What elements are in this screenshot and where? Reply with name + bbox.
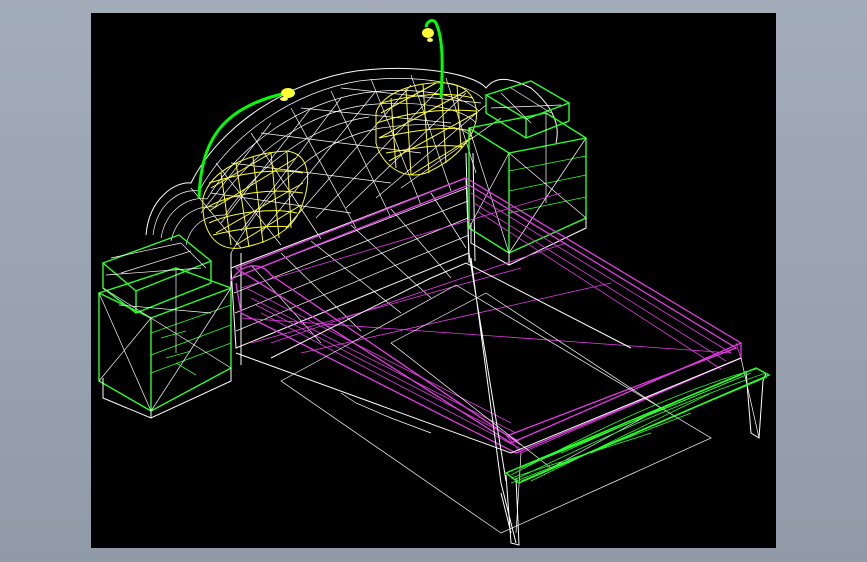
model-viewport[interactable] [91, 13, 776, 548]
nightstand-right [468, 80, 587, 266]
cad-application-window [0, 0, 867, 562]
bed-wireframe-model [98, 18, 771, 546]
lamp-right [422, 18, 444, 99]
nightstand-left [98, 234, 232, 419]
